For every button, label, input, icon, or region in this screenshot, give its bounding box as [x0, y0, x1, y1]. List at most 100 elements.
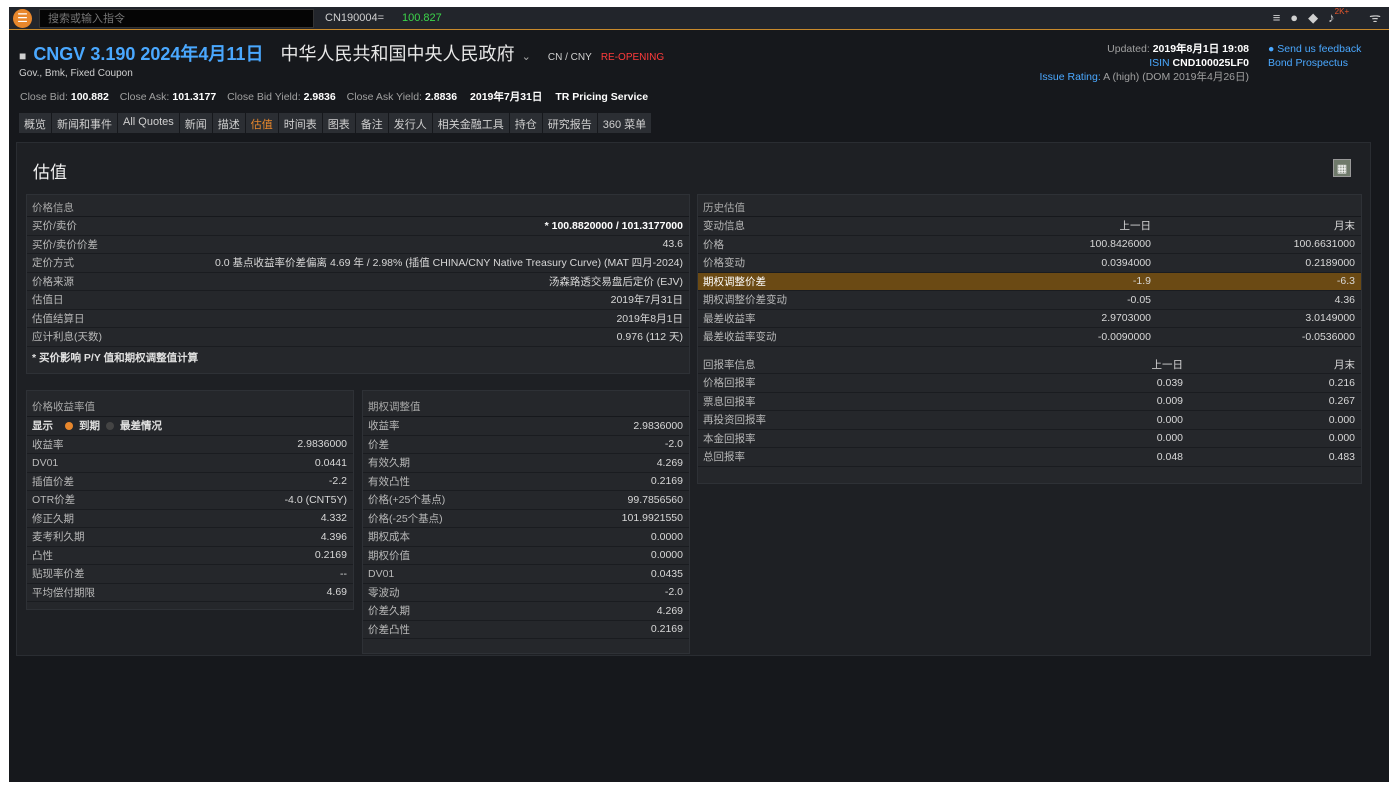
table-row: 价格(-25个基点) 101.9921550 [363, 510, 689, 528]
option-adjusted-rows: 收益率 2.9836000 价差 -2.0 有效久期 4.269 有效凸性 0.2169 价格(… [363, 417, 689, 639]
row-value: 2019年8月1日 [616, 312, 683, 325]
prev-day-value: -0.05 [1127, 293, 1151, 306]
row-label: 最差收益率变动 [703, 331, 777, 344]
table-row: 价差 -2.0 [363, 436, 689, 454]
radio-maturity[interactable] [65, 421, 73, 430]
bid-note: * 买价影响 P/Y 值和期权调整值计算 [32, 351, 199, 364]
tab-news[interactable]: 新闻 [179, 113, 213, 133]
chevron-down-icon[interactable]: ⌄ [522, 51, 531, 63]
radio-maturity-label[interactable]: 到期 [79, 418, 100, 433]
user-icon[interactable]: ● [1290, 10, 1298, 26]
price-info-section: 价格信息 买价/卖价 * 100.8820000 / 101.3177000 买价/… [26, 194, 690, 374]
tab-overview[interactable]: 概览 [19, 113, 52, 133]
month-end-value: 0.000 [1328, 432, 1355, 445]
historical-rows: 变动信息 上一日 月末 价格 100.8426000 100.6631000 价格变动 0.0… [698, 217, 1361, 467]
export-excel-icon[interactable]: ▦ [1333, 159, 1351, 177]
historical-valuation-section: 历史估值 变动信息 上一日 月末 价格 100.8426000 100.6631000 价格… [697, 194, 1362, 484]
row-label: 买价/卖价 [32, 220, 77, 233]
table-row: 价格来源 汤森路透交易盘后定价 (EJV) [27, 273, 689, 291]
tab-all-quotes[interactable]: All Quotes [118, 113, 180, 133]
instrument-subtitle: Gov., Bmk, Fixed Coupon [19, 68, 133, 79]
table-row: 插值价差 -2.2 [27, 473, 353, 491]
prev-day-value: 2.9703000 [1101, 312, 1151, 325]
table-row: 最差收益率变动 -0.0090000 -0.0536000 [698, 328, 1361, 347]
month-end-value: -6.3 [1336, 275, 1355, 288]
pricing-service: TR Pricing Service [555, 91, 649, 103]
section-title: 历史估值 [698, 195, 1361, 217]
row-label: 收益率 [368, 420, 400, 433]
close-ask-value: 101.3177 [172, 91, 217, 103]
table-row: 买价/卖价价差 43.6 [27, 236, 689, 254]
table-row: 贴现率价差 -- [27, 565, 353, 584]
row-value: 0.976 (112 天) [616, 331, 683, 344]
tab-valuation[interactable]: 估值 [245, 113, 279, 133]
row-label: 有效凸性 [368, 475, 410, 488]
row-value: 0.2169 [314, 549, 347, 562]
prev-day-value: 上一日 [1119, 220, 1152, 233]
prospectus-link[interactable]: Bond Prospectus [1268, 56, 1361, 70]
row-value: 0.2169 [650, 475, 683, 488]
speech-bubble-icon: ● [1268, 43, 1275, 55]
row-value: 4.269 [656, 456, 683, 469]
table-row: 收益率 2.9836000 [363, 417, 689, 436]
row-label: 价格 [703, 238, 724, 251]
prev-day-value: 上一日 [1151, 358, 1184, 371]
app-menu-button[interactable]: ☰ [13, 9, 32, 28]
table-row: 本金回报率 0.000 0.000 [698, 430, 1361, 448]
section-title: 价格信息 [27, 195, 689, 217]
ticker-symbol[interactable]: CN190004= [325, 12, 384, 24]
row-label: 回报率信息 [703, 358, 756, 371]
row-value: 0.0000 [650, 549, 683, 562]
tab-schedule[interactable]: 时间表 [278, 113, 323, 133]
table-row: 票息回报率 0.009 0.267 [698, 393, 1361, 411]
feedback-link[interactable]: ● Send us feedback [1268, 42, 1361, 56]
instrument-ric: CNGV 3.190 2024年4月11日 [33, 44, 264, 64]
notification-badge: 2K+ [1334, 7, 1350, 16]
issue-rating-label: Issue Rating: [1039, 71, 1101, 83]
table-header: 回报率信息 上一日 月末 [698, 356, 1361, 374]
table-row: 价格变动 0.0394000 0.2189000 [698, 254, 1361, 273]
display-label: 显示 [32, 420, 53, 433]
row-value: 4.396 [320, 530, 347, 543]
row-label: 再投资回报率 [703, 414, 766, 427]
top-icons: ≡ ● ◆ ♪ 2K+ ᯤ [1273, 7, 1381, 26]
tab-news-events[interactable]: 新闻和事件 [52, 113, 118, 133]
month-end-value: 3.0149000 [1305, 312, 1355, 325]
row-label: 定价方式 [32, 257, 74, 270]
table-row: 应计利息(天数) 0.976 (112 天) [27, 328, 689, 347]
menu-icon[interactable]: ≡ [1273, 10, 1281, 26]
valuation-panel: 估值 ▦ 价格信息 买价/卖价 * 100.8820000 / 101.31770… [16, 142, 1371, 656]
close-ask-label: Close Ask: [119, 91, 170, 103]
command-search-input[interactable] [39, 9, 314, 28]
tab-related-instruments[interactable]: 相关金融工具 [432, 113, 510, 133]
isin-label: ISIN [1149, 57, 1170, 69]
row-label: 价格变动 [703, 257, 745, 270]
tab-360-menu[interactable]: 360 菜单 [597, 113, 653, 133]
yield-value-rows: 收益率 2.9836000 DV01 0.0441 插值价差 -2.2 OTR价差 -4.0 … [27, 436, 353, 602]
issuer-name: 中华人民共和国中央人民政府 [280, 44, 515, 64]
row-value: 0.0441 [314, 456, 347, 469]
close-bid-value: 100.882 [70, 91, 109, 103]
table-row: 价差凸性 0.2169 [363, 621, 689, 639]
flag-icon: ■ [19, 49, 27, 63]
tab-notes[interactable]: 备注 [355, 113, 389, 133]
row-label: 修正久期 [32, 512, 74, 525]
tab-research[interactable]: 研究报告 [542, 113, 598, 133]
radio-worst-case[interactable] [106, 421, 114, 430]
tab-charts[interactable]: 图表 [322, 113, 356, 133]
month-end-value: -0.0536000 [1301, 330, 1355, 343]
row-label: 期权调整价差变动 [703, 294, 787, 307]
tab-issuer[interactable]: 发行人 [388, 113, 433, 133]
row-value: 0.0 基点收益率价差偏离 4.69 年 / 2.98% (插值 CHINA/C… [215, 257, 683, 270]
ticker-value: 100.827 [402, 12, 442, 24]
tab-holdings[interactable]: 持仓 [509, 113, 543, 133]
chat-icon[interactable]: ◆ [1308, 10, 1318, 26]
tab-description[interactable]: 描述 [212, 113, 246, 133]
row-value: -4.0 (CNT5Y) [284, 493, 347, 506]
row-label: 期权调整价差 [703, 275, 766, 288]
feedback-link-label: Send us feedback [1277, 43, 1362, 55]
page-title: 估值 [33, 163, 67, 182]
radio-worst-case-label[interactable]: 最差情况 [120, 418, 162, 433]
table-row: 价格(+25个基点) 99.7856560 [363, 491, 689, 510]
